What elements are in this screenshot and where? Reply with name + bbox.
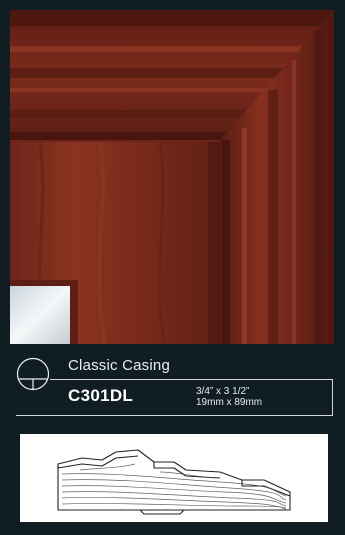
- product-code: C301DL: [68, 386, 134, 405]
- casing-profile-drawing: [20, 434, 328, 522]
- product-dimensions: 3/4” x 3 1/2” 19mm x 89mm: [196, 386, 262, 408]
- divider-right: [332, 379, 333, 415]
- size-imperial: 3/4” x 3 1/2”: [196, 386, 250, 397]
- divider-bottom: [16, 415, 333, 416]
- product-card: Classic Casing C301DL 3/4” x 3 1/2” 19mm…: [0, 0, 345, 535]
- size-metric: 19mm x 89mm: [196, 397, 263, 408]
- circle-t-logo-icon: [16, 357, 50, 391]
- product-photo: [10, 10, 334, 344]
- product-name: Classic Casing: [68, 357, 170, 374]
- divider-top: [50, 379, 332, 380]
